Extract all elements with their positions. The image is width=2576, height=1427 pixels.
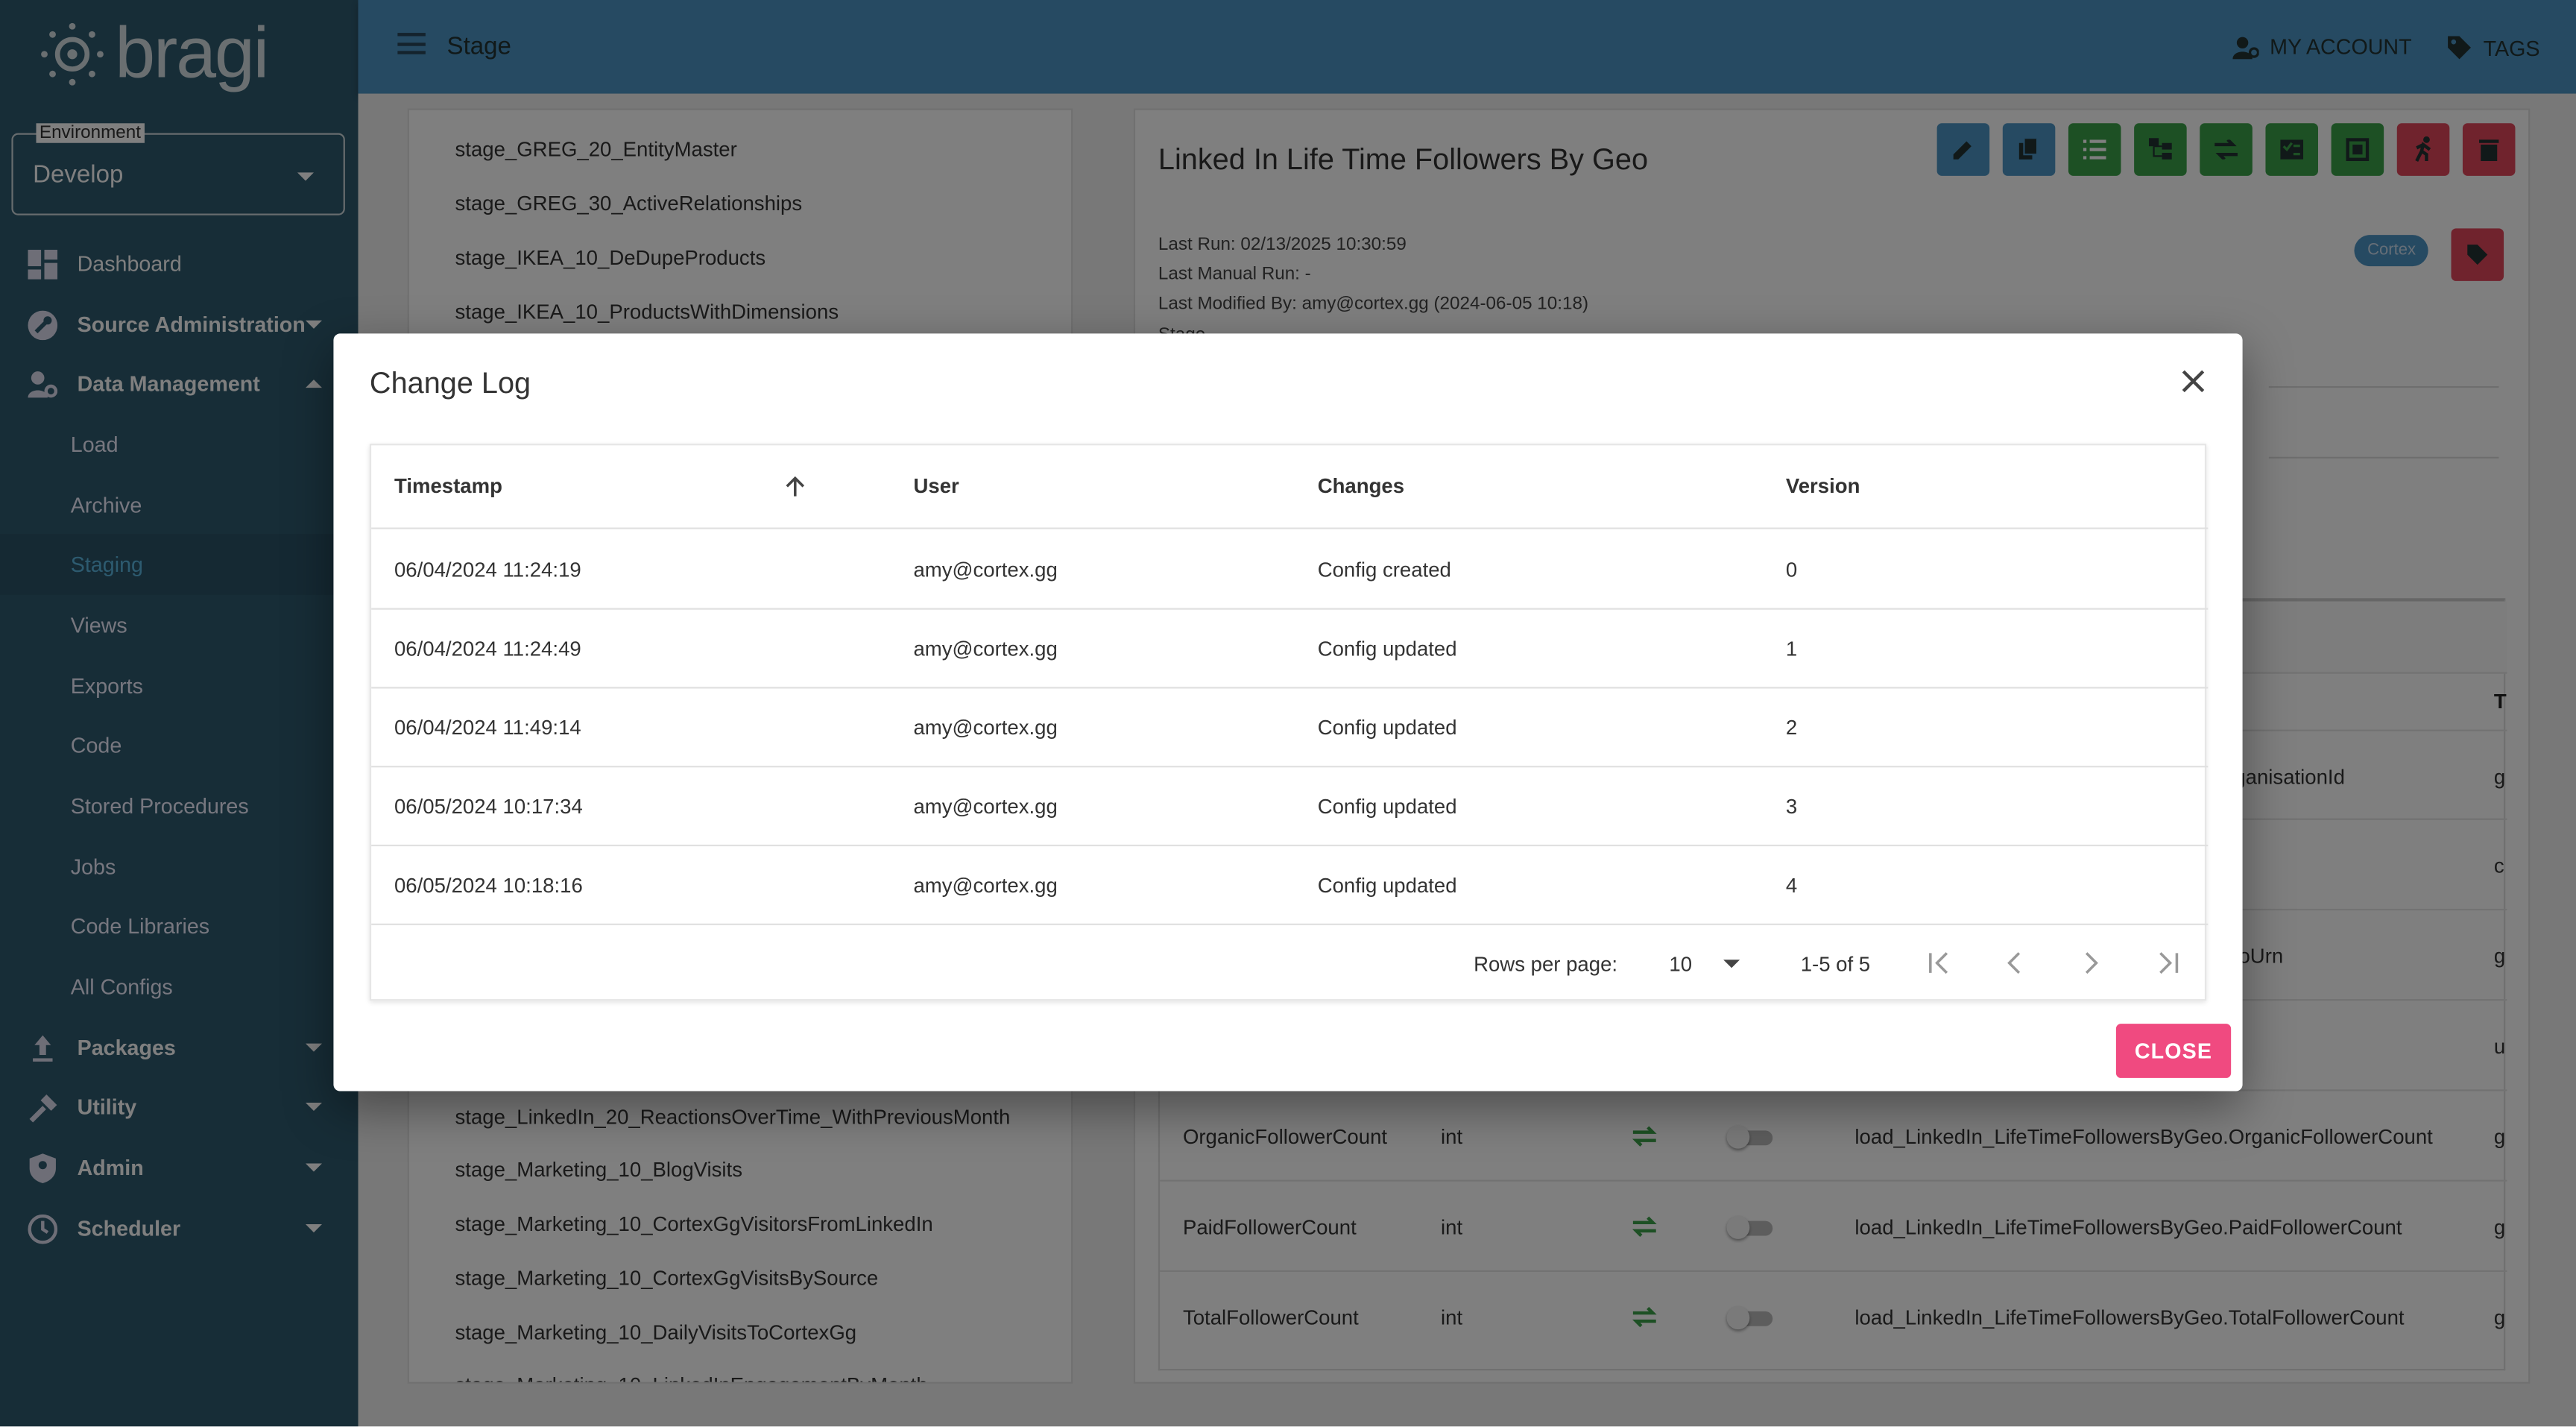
last-page-icon[interactable]: [2152, 947, 2185, 980]
header-changes[interactable]: Changes: [1318, 475, 1404, 498]
cell-version: 3: [1785, 795, 1798, 819]
cell-changes: Config created: [1317, 558, 1451, 582]
page-range: 1-5 of 5: [1800, 953, 1871, 977]
cell-changes: Config updated: [1317, 716, 1457, 740]
close-button[interactable]: CLOSE: [2115, 1024, 2232, 1078]
rows-per-page-label: Rows per page:: [1474, 953, 1618, 977]
cell-changes: Config updated: [1317, 874, 1457, 898]
cell-version: 1: [1785, 637, 1798, 661]
cell-timestamp: 06/04/2024 11:24:49: [394, 637, 581, 661]
cell-timestamp: 06/05/2024 10:18:16: [394, 874, 583, 898]
cell-changes: Config updated: [1317, 637, 1457, 661]
arrow-up-icon[interactable]: [783, 475, 806, 498]
dialog-title: Change Log: [369, 366, 531, 400]
cell-user: amy@cortex.gg: [913, 716, 1058, 740]
table-row[interactable]: 06/05/2024 10:18:16 amy@cortex.gg Config…: [371, 846, 2209, 925]
header-user[interactable]: User: [913, 475, 959, 498]
rows-per-page-select[interactable]: 10: [1669, 953, 1692, 976]
header-timestamp[interactable]: Timestamp: [394, 475, 502, 498]
cell-timestamp: 06/04/2024 11:49:14: [394, 716, 581, 740]
cell-version: 4: [1785, 874, 1798, 898]
header-version[interactable]: Version: [1786, 475, 1860, 498]
table-row[interactable]: 06/04/2024 11:24:19 amy@cortex.gg Config…: [371, 531, 2209, 610]
cell-timestamp: 06/04/2024 11:24:19: [394, 558, 581, 582]
cell-user: amy@cortex.gg: [913, 874, 1058, 898]
table-pagination: Rows per page: 10 1-5 of 5: [371, 925, 2208, 1001]
table-row[interactable]: 06/05/2024 10:17:34 amy@cortex.gg Config…: [371, 767, 2209, 847]
change-log-table: Timestamp User Changes Version 06/04/202…: [369, 444, 2209, 1001]
previous-page-icon[interactable]: [1998, 947, 2030, 980]
cell-changes: Config updated: [1317, 795, 1457, 819]
cell-user: amy@cortex.gg: [913, 795, 1058, 819]
cell-timestamp: 06/05/2024 10:17:34: [394, 795, 583, 819]
cell-version: 2: [1785, 716, 1798, 740]
change-log-dialog: Change Log Timestamp User Changes Versio…: [333, 333, 2243, 1091]
table-row[interactable]: 06/04/2024 11:24:49 amy@cortex.gg Config…: [371, 610, 2209, 689]
next-page-icon[interactable]: [2075, 947, 2108, 980]
chevron-down-icon[interactable]: [1723, 960, 1740, 968]
first-page-icon[interactable]: [1922, 947, 1955, 980]
close-icon[interactable]: [2180, 368, 2206, 394]
cell-user: amy@cortex.gg: [913, 558, 1058, 582]
table-row[interactable]: 06/04/2024 11:49:14 amy@cortex.gg Config…: [371, 689, 2209, 768]
cell-version: 0: [1785, 558, 1798, 582]
cell-user: amy@cortex.gg: [913, 637, 1058, 661]
table-header: Timestamp User Changes Version: [371, 445, 2209, 529]
